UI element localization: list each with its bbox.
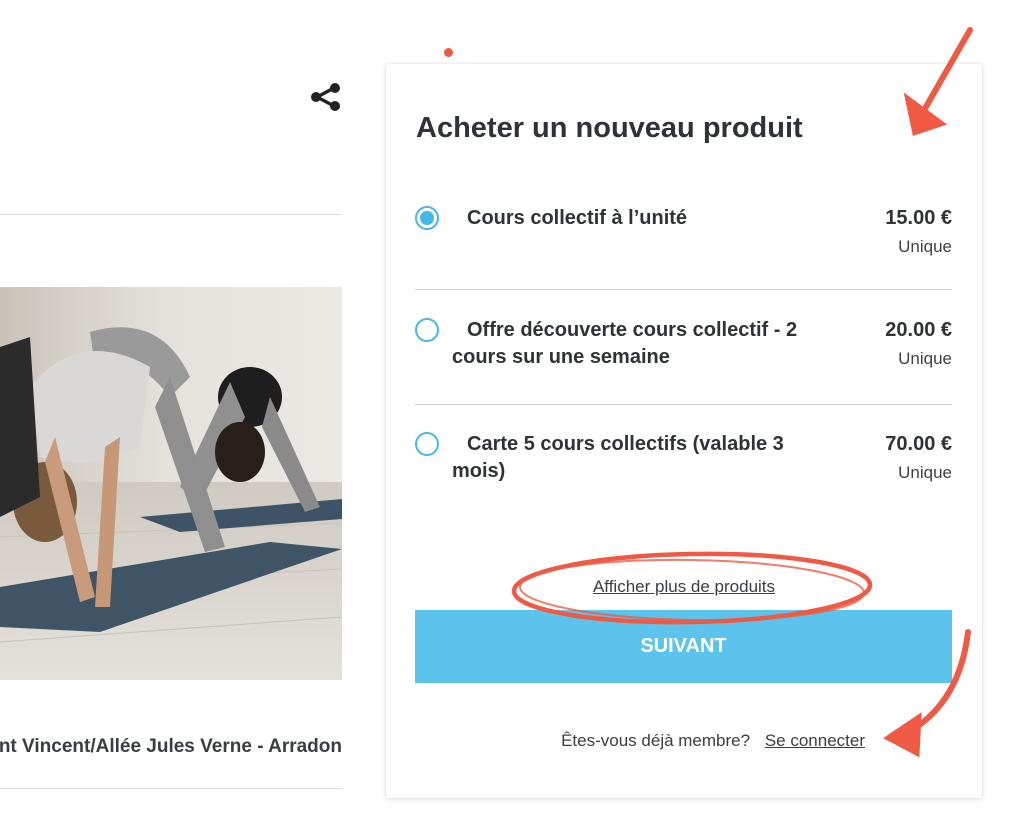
product-name: Offre découverte cours collectif - 2 cou… — [452, 319, 798, 368]
product-price: 20.00 € — [885, 319, 952, 341]
product-frequency: Unique — [898, 237, 952, 256]
product-price: 70.00 € — [885, 433, 952, 455]
class-location: Ti Chastel Saint Vincent/Allée Jules Ver… — [0, 736, 342, 757]
product-price: 15.00 € — [885, 207, 952, 229]
product-radio[interactable] — [415, 318, 439, 342]
share-icon[interactable] — [308, 80, 342, 114]
panel-title: Acheter un nouveau produit — [416, 112, 803, 144]
purchase-panel: Acheter un nouveau produit Cours collect… — [386, 64, 982, 798]
product-name: Carte 5 cours collectifs (valable 3 mois… — [452, 433, 784, 482]
show-more-products-link[interactable]: Afficher plus de produits — [386, 577, 982, 597]
product-divider — [415, 404, 952, 405]
bottom-divider — [0, 788, 342, 789]
product-frequency: Unique — [898, 349, 952, 368]
login-link[interactable]: Se connecter — [765, 731, 865, 750]
top-divider — [0, 214, 342, 215]
next-button[interactable]: SUIVANT — [415, 610, 952, 683]
product-radio-selected[interactable] — [415, 206, 439, 230]
member-login-row: Êtes-vous déjà membre? Se connecter — [386, 731, 982, 751]
product-name: Cours collectif à l’unité — [467, 207, 688, 229]
member-question: Êtes-vous déjà membre? — [561, 731, 751, 750]
product-divider — [415, 289, 952, 290]
product-frequency: Unique — [898, 463, 952, 482]
product-radio[interactable] — [415, 432, 439, 456]
annotation-dot — [444, 48, 453, 57]
class-photo — [0, 287, 342, 680]
